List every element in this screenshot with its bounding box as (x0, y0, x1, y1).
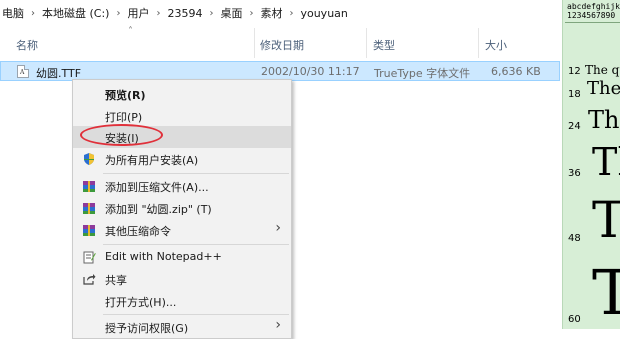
notepad-icon (82, 250, 96, 264)
menu-item-label: 共享 (105, 274, 127, 287)
chevron-right-icon[interactable]: › (204, 8, 218, 19)
menu-item-grant-access[interactable]: 授予访问权限(G) › (73, 316, 291, 338)
menu-separator (103, 244, 289, 245)
archive-icon (82, 201, 96, 215)
file-size: 6,636 KB (491, 65, 541, 78)
menu-item-print[interactable]: 打印(P) (73, 105, 291, 127)
font-preview-sample: The quick (587, 78, 620, 99)
chevron-right-icon[interactable]: › (151, 8, 165, 19)
menu-item-open-with[interactable]: 打开方式(H)... (73, 290, 291, 312)
breadcrumb-item[interactable]: youyuan (298, 7, 349, 20)
column-header-name[interactable]: 名称 (16, 37, 38, 52)
menu-item-label: 打印(P) (105, 111, 143, 124)
column-divider[interactable] (478, 28, 479, 58)
column-divider[interactable] (254, 28, 255, 58)
breadcrumb-item[interactable]: 桌面 (218, 5, 244, 21)
menu-item-label: 添加到 "幼圆.zip" (T) (105, 203, 212, 216)
sort-ascending-icon: ˄ (128, 26, 133, 37)
menu-item-label: 为所有用户安装(A) (105, 154, 199, 167)
font-preview-sample: Th (592, 195, 620, 245)
chevron-right-icon: › (275, 220, 281, 236)
breadcrumb-item[interactable]: 素材 (258, 5, 284, 21)
font-preview-size-label: 24 (568, 121, 581, 132)
file-row[interactable]: A 幼圆.TTF 2002/10/30 11:17 TrueType 字体文件 … (0, 61, 560, 81)
breadcrumb: 电脑 › 本地磁盘 (C:) › 用户 › 23594 › 桌面 › 素材 › … (0, 0, 562, 26)
file-date: 2002/10/30 11:17 (261, 65, 360, 78)
file-type: TrueType 字体文件 (374, 67, 471, 80)
font-preview-digits: 1234567890 (567, 11, 616, 20)
menu-item-label: 其他压缩命令 (105, 225, 171, 238)
menu-item-add-archive[interactable]: 添加到压缩文件(A)... (73, 175, 291, 197)
column-divider[interactable] (366, 28, 367, 58)
column-header-type[interactable]: 类型 (373, 37, 395, 52)
menu-separator (103, 173, 289, 174)
breadcrumb-item[interactable]: 本地磁盘 (C:) (40, 5, 111, 21)
column-header-date[interactable]: 修改日期 (260, 37, 304, 52)
chevron-right-icon[interactable]: › (244, 8, 258, 19)
menu-item-other-compress[interactable]: 其他压缩命令 › (73, 219, 291, 241)
font-preview-pane: abcdefghijklmnopqrstuvwxyz 1234567890 12… (562, 0, 620, 329)
font-preview-alphabet: abcdefghijklmnopqrstuvwxyz 1234567890 (567, 2, 620, 20)
annotation-circle (80, 124, 163, 146)
font-preview-sample: The (588, 106, 620, 134)
context-menu: 预览(R) 打印(P) 安装(I) 为所有用户安装(A) 添加到压缩文件(A).… (72, 79, 292, 339)
column-header-size[interactable]: 大小 (485, 37, 507, 52)
breadcrumb-item[interactable]: 电脑 (0, 5, 26, 21)
chevron-right-icon[interactable]: › (111, 8, 125, 19)
chevron-right-icon: › (275, 317, 281, 333)
share-icon (82, 272, 96, 286)
font-preview-size-label: 36 (568, 168, 581, 179)
font-preview-size-label: 12 (568, 66, 581, 77)
archive-icon (82, 179, 96, 193)
menu-item-label: 授予访问权限(G) (105, 322, 189, 335)
divider (565, 22, 620, 23)
font-preview-size-label: 48 (568, 233, 581, 244)
font-preview-sample: Th (592, 262, 620, 324)
menu-item-install-all-users[interactable]: 为所有用户安装(A) (73, 148, 291, 170)
font-preview-sample: The quick (585, 63, 620, 77)
menu-item-add-zip[interactable]: 添加到 "幼圆.zip" (T) (73, 197, 291, 219)
menu-item-share[interactable]: 共享 (73, 268, 291, 290)
chevron-right-icon[interactable]: › (284, 8, 298, 19)
font-preview-size-label: 60 (568, 314, 581, 325)
shield-icon (82, 152, 96, 166)
menu-item-notepad[interactable]: Edit with Notepad++ (73, 246, 291, 268)
menu-item-preview[interactable]: 预览(R) (73, 83, 291, 105)
font-preview-letters: abcdefghijklmnopqrstuvwxyz (567, 2, 620, 11)
menu-item-label: Edit with Notepad++ (105, 250, 222, 263)
archive-icon (82, 223, 96, 237)
breadcrumb-item[interactable]: 23594 (165, 7, 204, 20)
menu-separator (103, 314, 289, 315)
chevron-right-icon[interactable]: › (26, 8, 40, 19)
menu-item-label: 添加到压缩文件(A)... (105, 181, 209, 194)
breadcrumb-item[interactable]: 用户 (125, 5, 151, 21)
menu-item-label: 打开方式(H)... (105, 296, 177, 309)
font-preview-sample: Th (592, 140, 620, 184)
font-preview-size-label: 18 (568, 89, 581, 100)
menu-item-label: 预览(R) (105, 89, 146, 102)
font-file-icon: A (17, 65, 29, 78)
